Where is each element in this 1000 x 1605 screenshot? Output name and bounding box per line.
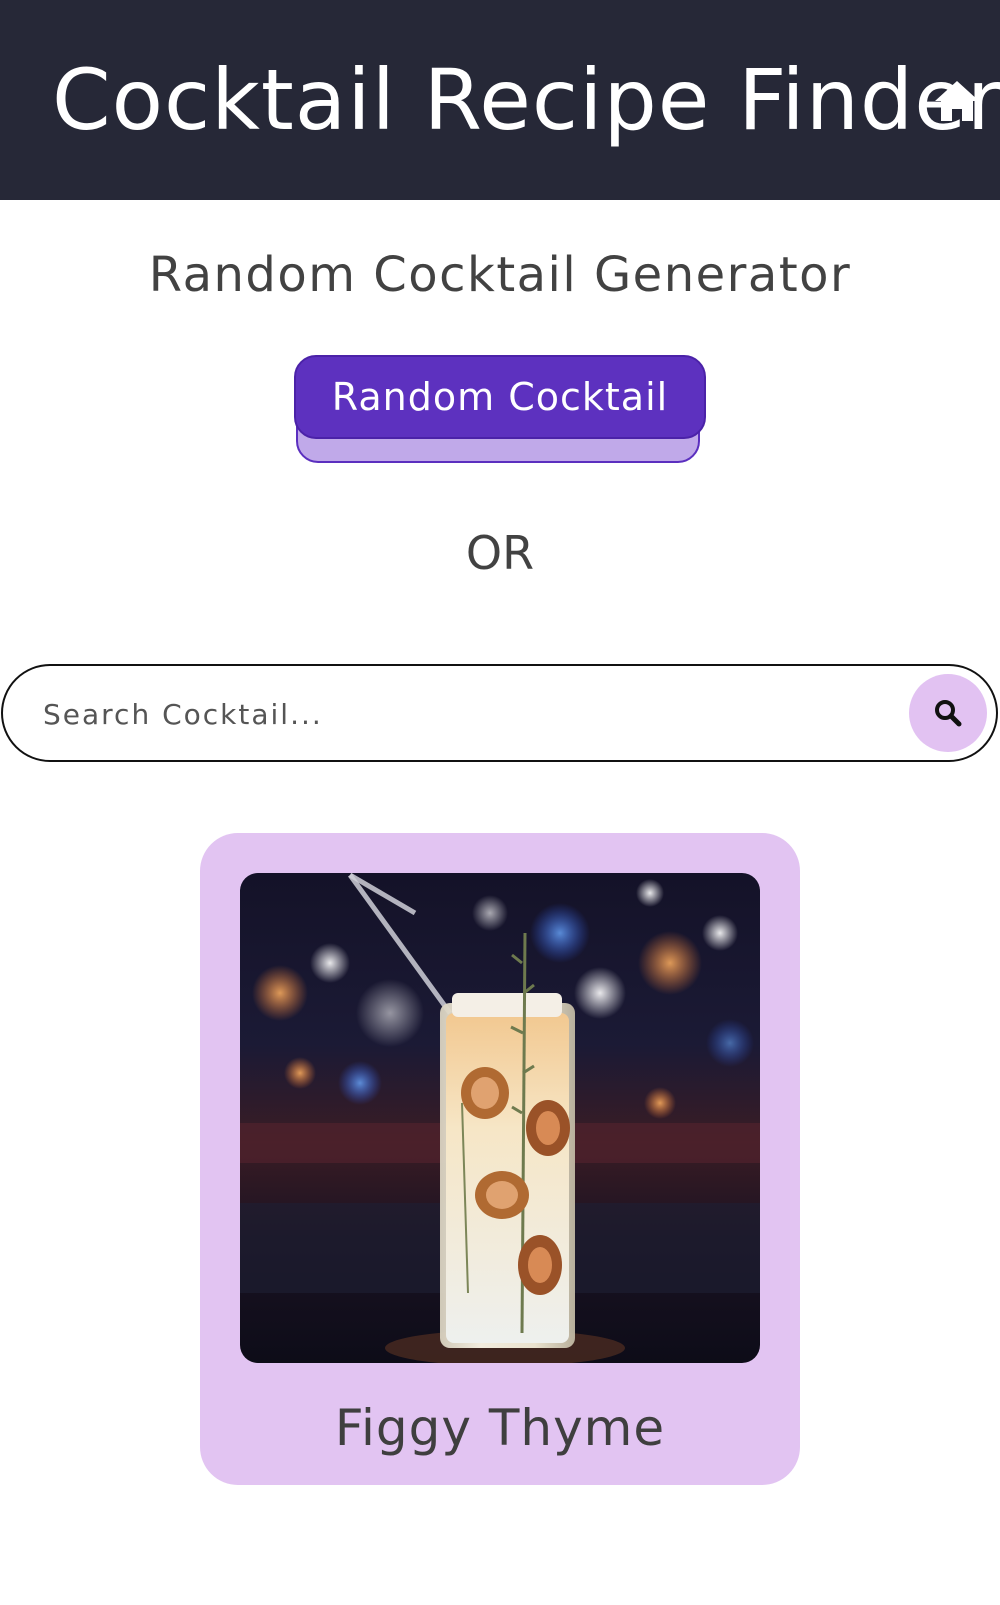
- search-bar: [1, 664, 998, 762]
- search-icon: [935, 700, 962, 727]
- random-generator-heading: Random Cocktail Generator: [148, 247, 852, 303]
- random-cocktail-button[interactable]: Random Cocktail: [294, 355, 706, 439]
- app-header: Cocktail Recipe Finder: [0, 0, 1000, 200]
- home-icon[interactable]: [933, 78, 981, 124]
- search-button[interactable]: [909, 674, 987, 752]
- search-input[interactable]: [41, 686, 865, 742]
- cocktail-card[interactable]: Figgy Thyme: [200, 833, 800, 1485]
- cocktail-photo: [240, 873, 760, 1363]
- cocktail-name[interactable]: Figgy Thyme: [200, 1398, 800, 1458]
- or-divider: OR: [465, 526, 535, 580]
- cocktail-image[interactable]: [240, 873, 760, 1363]
- random-cocktail-button-wrap: Random Cocktail: [294, 355, 706, 467]
- app-title: Cocktail Recipe Finder: [52, 51, 1000, 149]
